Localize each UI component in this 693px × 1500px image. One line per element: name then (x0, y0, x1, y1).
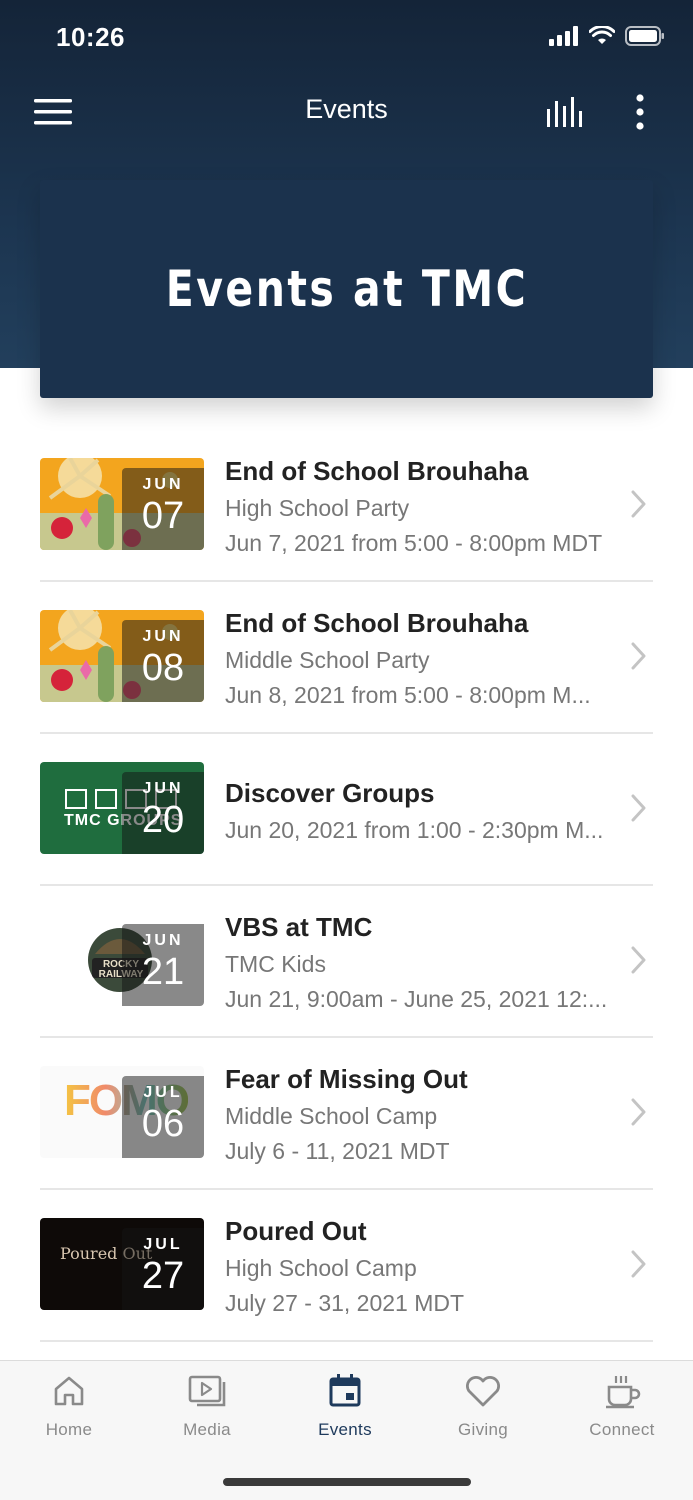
calendar-icon (329, 1374, 361, 1407)
wifi-icon (589, 26, 615, 44)
navigation-bar: Events (0, 76, 693, 148)
date-badge: JUL 06 (122, 1076, 204, 1158)
date-day: 08 (141, 647, 185, 689)
event-datetime: Jun 8, 2021 from 5:00 - 8:00pm M... (225, 682, 591, 708)
event-title: Discover Groups (225, 778, 435, 808)
coffee-cup-icon (606, 1376, 641, 1409)
date-badge: JUL 27 (122, 1228, 204, 1310)
chevron-right-icon (631, 490, 646, 518)
event-title: Poured Out (225, 1216, 367, 1246)
chevron-right-icon (631, 1250, 646, 1278)
event-thumbnail: Poured Out JUL 27 (40, 1218, 204, 1310)
date-day: 06 (141, 1103, 185, 1145)
date-month: JUN (142, 628, 184, 645)
event-list: JUN 07 End of School Brouhaha High Schoo… (40, 430, 653, 1342)
event-subtitle: High School Party (225, 495, 410, 521)
event-datetime: July 27 - 31, 2021 MDT (225, 1290, 465, 1316)
tab-label: Giving (458, 1420, 508, 1439)
signal-icon (549, 26, 578, 46)
date-month: JUL (143, 1084, 183, 1101)
event-subtitle: TMC Kids (225, 951, 326, 977)
status-icons (549, 26, 665, 46)
date-badge: JUN 08 (122, 620, 204, 702)
date-day: 27 (141, 1255, 185, 1297)
event-datetime: Jun 20, 2021 from 1:00 - 2:30pm M... (225, 817, 604, 843)
event-thumbnail: ROCKY RAILWAY JUN 21 (40, 914, 204, 1006)
heart-icon (466, 1376, 500, 1407)
event-row[interactable]: JUN 07 End of School Brouhaha High Schoo… (40, 430, 653, 582)
tab-label: Events (318, 1420, 372, 1439)
tab-label: Home (45, 1420, 93, 1439)
event-thumbnail: JUN 07 (40, 458, 204, 550)
event-datetime: July 6 - 11, 2021 MDT (225, 1138, 450, 1164)
date-month: JUN (142, 932, 184, 949)
bar-levels-icon[interactable] (542, 92, 590, 132)
event-row[interactable]: FOMO JUL 06 Fear of Missing Out Middle S… (40, 1038, 653, 1190)
tab-media[interactable]: Media (138, 1373, 276, 1440)
status-bar: 10:26 (0, 0, 693, 76)
date-day: 07 (141, 495, 185, 537)
home-indicator (223, 1478, 471, 1486)
date-badge: JUN 07 (122, 468, 204, 550)
tab-connect[interactable]: Connect (553, 1373, 691, 1440)
event-title: End of School Brouhaha (225, 608, 529, 638)
tab-giving[interactable]: Giving (414, 1373, 552, 1440)
date-month: JUN (142, 780, 184, 797)
chevron-right-icon (631, 642, 646, 670)
media-play-icon (188, 1375, 226, 1407)
banner-title: Events at TMC (165, 260, 528, 318)
event-row[interactable]: TMC GROUPS JUN 20 Discover Groups Jun 20… (40, 734, 653, 886)
event-datetime: Jun 7, 2021 from 5:00 - 8:00pm MDT (225, 530, 603, 556)
date-badge: JUN 21 (122, 924, 204, 1006)
date-badge: JUN 20 (122, 772, 204, 854)
date-day: 20 (141, 799, 185, 841)
event-subtitle: High School Camp (225, 1255, 417, 1281)
date-month: JUL (143, 1236, 183, 1253)
more-vertical-icon[interactable] (622, 90, 658, 134)
battery-icon (625, 26, 664, 46)
event-subtitle: Middle School Camp (225, 1103, 438, 1129)
date-month: JUN (142, 476, 184, 493)
event-thumbnail: FOMO JUL 06 (40, 1066, 204, 1158)
event-subtitle: Middle School Party (225, 647, 430, 673)
event-thumbnail: JUN 08 (40, 610, 204, 702)
tab-label: Connect (589, 1420, 655, 1439)
date-day: 21 (141, 951, 185, 993)
chevron-right-icon (631, 1098, 646, 1126)
event-datetime: Jun 21, 9:00am - June 25, 2021 12:... (225, 986, 608, 1012)
tab-events[interactable]: Events (276, 1373, 414, 1440)
tab-home[interactable]: Home (0, 1373, 138, 1440)
event-title: VBS at TMC (225, 912, 373, 942)
event-row[interactable]: ROCKY RAILWAY JUN 21 VBS at TMC TMC Kids… (40, 886, 653, 1038)
event-title: End of School Brouhaha (225, 456, 529, 486)
status-time: 10:26 (56, 22, 125, 52)
event-title: Fear of Missing Out (225, 1064, 468, 1094)
home-icon (54, 1376, 84, 1406)
chevron-right-icon (631, 946, 646, 974)
event-thumbnail: TMC GROUPS JUN 20 (40, 762, 204, 854)
events-banner: Events at TMC (40, 180, 653, 398)
chevron-right-icon (631, 794, 646, 822)
event-row[interactable]: JUN 08 End of School Brouhaha Middle Sch… (40, 582, 653, 734)
event-row[interactable]: Poured Out JUL 27 Poured Out High School… (40, 1190, 653, 1342)
tab-label: Media (183, 1420, 231, 1439)
